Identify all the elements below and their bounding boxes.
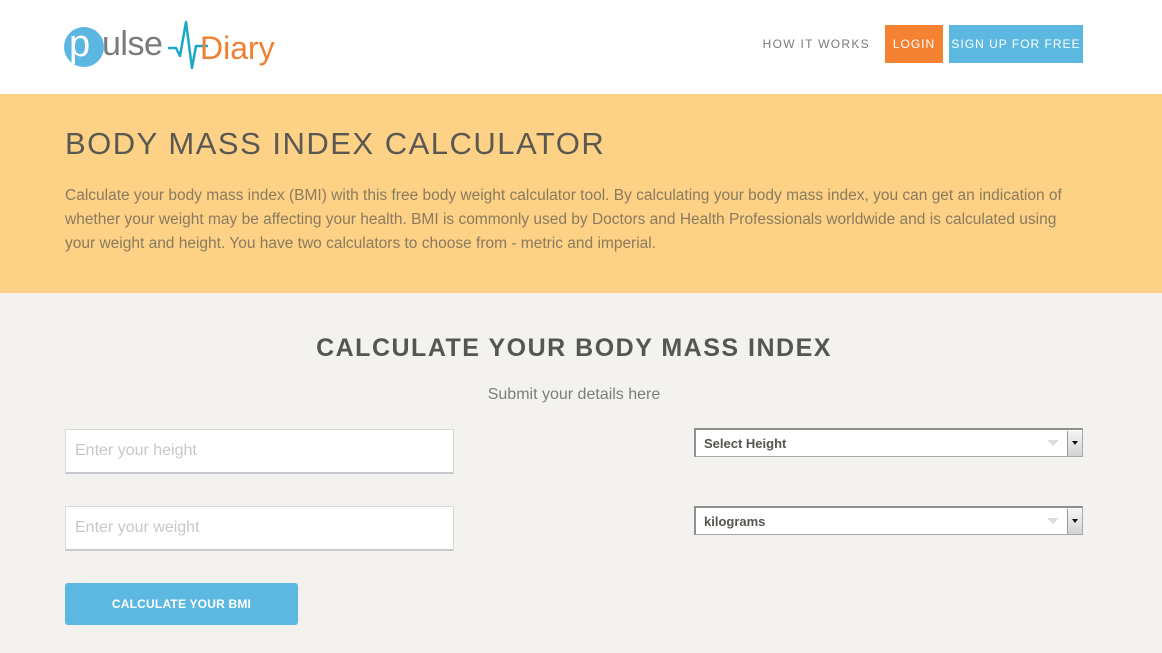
height-unit-select[interactable]: Select Height: [694, 428, 1083, 457]
caret-down-icon: [1072, 441, 1078, 445]
calculate-bmi-button[interactable]: CALCULATE YOUR BMI: [65, 583, 298, 625]
logo-text-pulse: ulse: [102, 25, 163, 63]
site-header: p ulse Diary HOW IT WORKS LOGIN SIGN UP …: [0, 0, 1162, 94]
pulse-diary-logo[interactable]: p ulse Diary: [64, 18, 279, 72]
height-unit-selected-value: Select Height: [704, 435, 787, 451]
chevron-down-icon: [1047, 518, 1059, 524]
top-nav: HOW IT WORKS LOGIN SIGN UP FOR FREE: [763, 25, 1083, 63]
signup-button[interactable]: SIGN UP FOR FREE: [949, 25, 1083, 63]
how-it-works-link[interactable]: HOW IT WORKS: [763, 37, 870, 51]
calculator-subtitle: Submit your details here: [487, 386, 661, 403]
weight-input[interactable]: [65, 506, 454, 551]
hero-banner: BODY MASS INDEX CALCULATOR Calculate you…: [0, 94, 1162, 293]
dropdown-arrow-button[interactable]: [1067, 508, 1082, 534]
calculator-title: CALCULATE YOUR BODY MASS INDEX: [316, 334, 832, 362]
weight-unit-select[interactable]: kilograms: [694, 506, 1083, 535]
caret-down-icon: [1072, 519, 1078, 523]
logo-text-diary: Diary: [200, 30, 275, 66]
dropdown-arrow-button[interactable]: [1067, 430, 1082, 456]
login-button[interactable]: LOGIN: [885, 25, 943, 63]
page-title: BODY MASS INDEX CALCULATOR: [65, 126, 606, 161]
hero-description: Calculate your body mass index (BMI) wit…: [65, 187, 1062, 252]
weight-unit-selected-value: kilograms: [704, 513, 766, 529]
height-input[interactable]: [65, 429, 454, 474]
chevron-down-icon: [1047, 440, 1059, 446]
logo-letter-p: p: [69, 23, 91, 65]
